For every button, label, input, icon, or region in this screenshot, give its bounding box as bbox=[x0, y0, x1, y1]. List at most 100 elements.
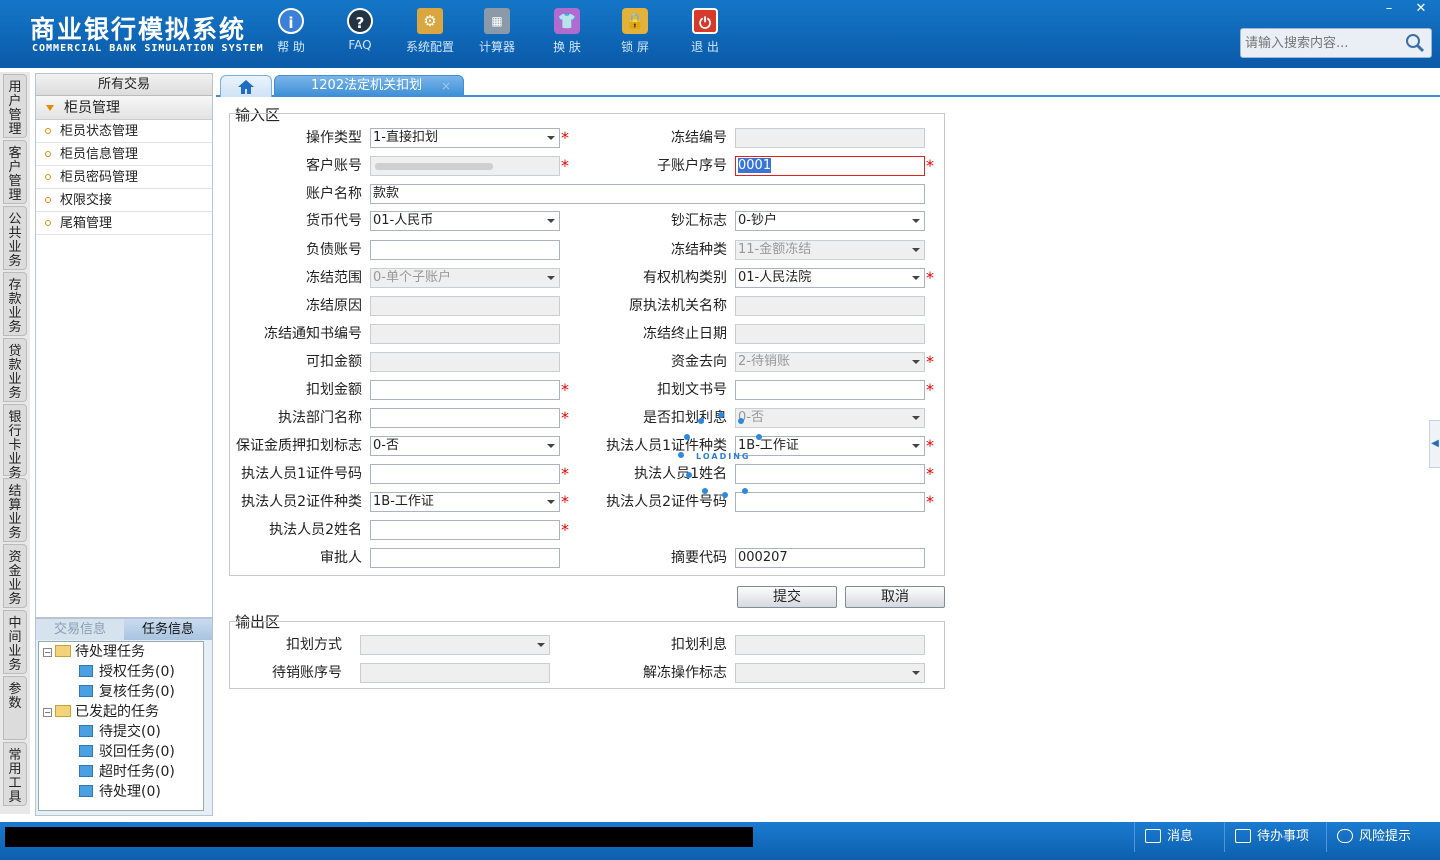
tree-node-initiated[interactable]: − 已发起的任务 bbox=[43, 702, 159, 722]
menu-group-teller[interactable]: 柜员管理 bbox=[36, 96, 212, 120]
search-icon[interactable] bbox=[1405, 33, 1425, 53]
menu-label: 柜员状态管理 bbox=[60, 124, 139, 139]
loading-text: LOADING bbox=[696, 452, 751, 461]
debt-acct-field[interactable] bbox=[370, 240, 560, 260]
freeze-end-field[interactable] bbox=[735, 324, 925, 344]
help-label: 帮 助 bbox=[277, 40, 305, 54]
cancel-button[interactable]: 取消 bbox=[845, 586, 945, 608]
tab-home[interactable] bbox=[220, 75, 272, 97]
required-mark: * bbox=[926, 352, 934, 371]
collapse-right-panel-button[interactable]: ◀ bbox=[1429, 420, 1440, 468]
messages-button[interactable]: 消息 bbox=[1134, 822, 1230, 852]
interest-field[interactable] bbox=[735, 635, 925, 655]
org-type-select[interactable]: 01-人民法院 bbox=[735, 268, 925, 288]
tree-node-rejected[interactable]: 驳回任务(0) bbox=[79, 742, 175, 762]
lock-icon: 🔒 bbox=[622, 8, 648, 34]
cash-flag-select[interactable]: 0-钞户 bbox=[735, 211, 925, 231]
deduct-amt-field[interactable] bbox=[370, 380, 560, 400]
approver-field[interactable] bbox=[370, 548, 560, 568]
menu-item-teller-password[interactable]: 柜员密码管理 bbox=[36, 166, 212, 189]
freeze-no-field[interactable] bbox=[735, 128, 925, 148]
help-button[interactable]: i 帮 助 bbox=[261, 8, 321, 55]
skin-button[interactable]: 👕 换 肤 bbox=[537, 8, 597, 55]
faq-button[interactable]: ? FAQ bbox=[330, 8, 390, 52]
freeze-reason-field[interactable] bbox=[370, 296, 560, 316]
cash-flag-label: 钞汇标志 bbox=[671, 213, 727, 229]
tree-label: 已发起的任务 bbox=[75, 704, 159, 720]
vnav-public-business[interactable]: 公共业务 bbox=[3, 206, 27, 270]
blurred-account-number bbox=[375, 163, 493, 170]
freeze-kind-select[interactable]: 11-金额冻结 bbox=[735, 240, 925, 260]
collapse-icon[interactable]: − bbox=[43, 648, 52, 657]
orig-org-field[interactable] bbox=[735, 296, 925, 316]
p2-name-field[interactable] bbox=[370, 520, 560, 540]
tree-node-to-submit[interactable]: 待提交(0) bbox=[79, 722, 161, 742]
todo-button[interactable]: 待办事项 bbox=[1224, 822, 1324, 852]
dept-name-field[interactable] bbox=[370, 408, 560, 428]
cust-acct-field[interactable] bbox=[370, 156, 560, 176]
currency-select[interactable]: 01-人民币 bbox=[370, 211, 560, 231]
bullet-icon bbox=[45, 174, 51, 180]
search-input[interactable] bbox=[1241, 29, 1401, 57]
tree-node-pending[interactable]: − 待处理任务 bbox=[43, 642, 145, 662]
messages-label: 消息 bbox=[1167, 829, 1194, 844]
p1-idno-field[interactable] bbox=[370, 464, 560, 484]
collapse-icon[interactable]: − bbox=[43, 708, 52, 717]
tab-legal-deduction[interactable]: 1202法定机关扣划 × bbox=[274, 75, 464, 97]
vnav-parameters[interactable]: 参数 bbox=[3, 676, 27, 740]
menu-item-teller-info[interactable]: 柜员信息管理 bbox=[36, 143, 212, 166]
tree-node-review-task[interactable]: 复核任务(0) bbox=[79, 682, 175, 702]
op-type-label: 操作类型 bbox=[306, 130, 362, 146]
tree-node-auth-task[interactable]: 授权任务(0) bbox=[79, 662, 175, 682]
method-select[interactable] bbox=[360, 635, 550, 655]
vnav-customer-mgmt[interactable]: 客户管理 bbox=[3, 140, 27, 204]
freeze-scope-select[interactable]: 0-单个子账户 bbox=[370, 268, 560, 288]
exit-button[interactable]: ⏻ 退 出 bbox=[675, 8, 735, 55]
sub-acct-field[interactable]: 0001 bbox=[735, 156, 925, 176]
vnav-user-mgmt[interactable]: 用户管理 bbox=[3, 74, 27, 138]
risk-alert-button[interactable]: 风险提示 bbox=[1326, 822, 1436, 852]
spinner-dot bbox=[698, 418, 704, 424]
menu-item-teller-status[interactable]: 柜员状态管理 bbox=[36, 120, 212, 143]
close-button[interactable]: ✕ bbox=[1406, 0, 1436, 18]
summary-field[interactable]: 000207 bbox=[735, 548, 925, 568]
submit-button[interactable]: 提交 bbox=[737, 586, 837, 608]
vnav-intermediary[interactable]: 中间业务 bbox=[3, 610, 27, 674]
op-type-select[interactable]: 1-直接扣划 bbox=[370, 128, 560, 148]
settings-button[interactable]: ⚙ 系统配置 bbox=[400, 8, 460, 55]
unfreeze-select[interactable] bbox=[735, 663, 925, 683]
notice-no-field[interactable] bbox=[370, 324, 560, 344]
acct-name-field[interactable]: 款款 bbox=[370, 184, 925, 204]
required-mark: * bbox=[561, 408, 569, 427]
vnav-deposit[interactable]: 存款业务 bbox=[3, 272, 27, 336]
p2-idtype-label: 执法人员2证件种类 bbox=[241, 494, 362, 510]
menu-item-permission-handover[interactable]: 权限交接 bbox=[36, 189, 212, 212]
cust-acct-label: 客户账号 bbox=[306, 158, 362, 174]
tree-node-timeout[interactable]: 超时任务(0) bbox=[79, 762, 175, 782]
vnav-bank-card[interactable]: 银行卡业务 bbox=[3, 404, 27, 481]
p2-idtype-select[interactable]: 1B-工作证 bbox=[370, 492, 560, 512]
deductible-label: 可扣金额 bbox=[306, 354, 362, 370]
deduct-doc-field[interactable] bbox=[735, 380, 925, 400]
tab-close-icon[interactable]: × bbox=[441, 76, 451, 96]
menu-label: 柜员密码管理 bbox=[60, 170, 139, 185]
pending-no-field[interactable] bbox=[360, 663, 550, 683]
tab-transaction-info[interactable]: 交易信息 bbox=[36, 619, 124, 640]
deductible-field[interactable] bbox=[370, 352, 560, 372]
settings-icon: ⚙ bbox=[417, 8, 443, 34]
lock-button[interactable]: 🔒 锁 屏 bbox=[605, 8, 665, 55]
risk-alert-label: 风险提示 bbox=[1359, 829, 1412, 844]
freeze-reason-label: 冻结原因 bbox=[306, 298, 362, 314]
vnav-tools[interactable]: 常用工具 bbox=[3, 742, 27, 806]
tree-node-to-handle[interactable]: 待处理(0) bbox=[79, 782, 161, 802]
spinner-dot bbox=[738, 418, 744, 424]
minimize-button[interactable]: – bbox=[1374, 0, 1404, 18]
vnav-loan[interactable]: 贷款业务 bbox=[3, 338, 27, 402]
pledge-flag-select[interactable]: 0-否 bbox=[370, 436, 560, 456]
fund-dest-select[interactable]: 2-待销账 bbox=[735, 352, 925, 372]
vnav-funds[interactable]: 资金业务 bbox=[3, 544, 27, 608]
vnav-settlement[interactable]: 结算业务 bbox=[3, 478, 27, 542]
menu-item-tail-box[interactable]: 尾箱管理 bbox=[36, 212, 212, 235]
method-label: 扣划方式 bbox=[286, 637, 342, 653]
calculator-button[interactable]: ▦ 计算器 bbox=[467, 8, 527, 55]
